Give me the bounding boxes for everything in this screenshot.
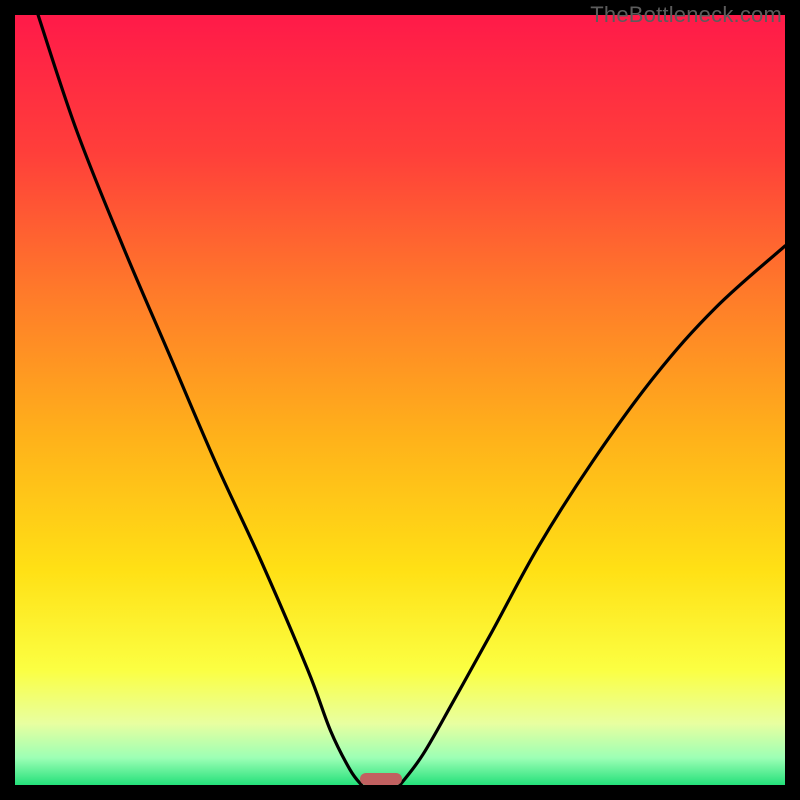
chart-frame bbox=[15, 15, 785, 785]
watermark-text: TheBottleneck.com bbox=[590, 2, 782, 28]
optimal-marker bbox=[360, 773, 402, 785]
background-gradient bbox=[15, 15, 785, 785]
